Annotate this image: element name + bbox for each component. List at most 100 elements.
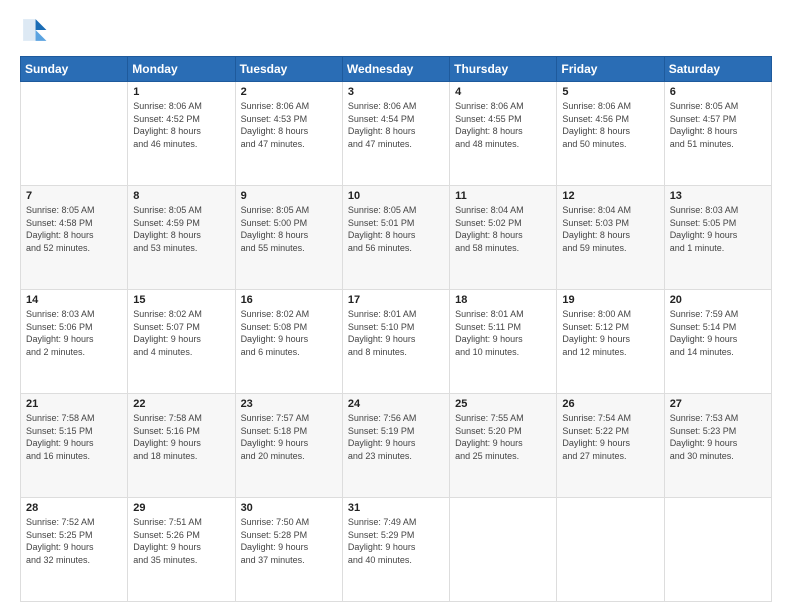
day-number: 5: [562, 86, 658, 98]
day-cell: 2 Sunrise: 8:06 AM Sunset: 4:53 PM Daylig…: [235, 82, 342, 186]
page: SundayMondayTuesdayWednesdayThursdayFrid…: [0, 0, 792, 612]
day-number: 24: [348, 398, 444, 410]
day-number: 19: [562, 294, 658, 306]
day-number: 21: [26, 398, 122, 410]
day-number: 22: [133, 398, 229, 410]
day-info: Sunrise: 8:01 AM Sunset: 5:11 PM Dayligh…: [455, 308, 551, 358]
header-row: SundayMondayTuesdayWednesdayThursdayFrid…: [21, 57, 772, 82]
day-info: Sunrise: 8:01 AM Sunset: 5:10 PM Dayligh…: [348, 308, 444, 358]
day-cell: 27 Sunrise: 7:53 AM Sunset: 5:23 PM Dayli…: [664, 394, 771, 498]
day-number: 14: [26, 294, 122, 306]
day-number: 25: [455, 398, 551, 410]
day-cell: [450, 498, 557, 602]
day-cell: 12 Sunrise: 8:04 AM Sunset: 5:03 PM Dayli…: [557, 186, 664, 290]
day-info: Sunrise: 8:03 AM Sunset: 5:05 PM Dayligh…: [670, 204, 766, 254]
day-info: Sunrise: 8:06 AM Sunset: 4:55 PM Dayligh…: [455, 100, 551, 150]
day-number: 31: [348, 502, 444, 514]
day-number: 4: [455, 86, 551, 98]
day-cell: 31Sunrise: 7:49 AM Sunset: 5:29 PM Dayli…: [342, 498, 449, 602]
day-number: 12: [562, 190, 658, 202]
day-cell: 23Sunrise: 7:57 AM Sunset: 5:18 PM Dayli…: [235, 394, 342, 498]
day-cell: 18 Sunrise: 8:01 AM Sunset: 5:11 PM Dayli…: [450, 290, 557, 394]
day-number: 11: [455, 190, 551, 202]
week-row-1: 1Sunrise: 8:06 AM Sunset: 4:52 PM Daylig…: [21, 82, 772, 186]
day-number: 8: [133, 190, 229, 202]
day-cell: 1Sunrise: 8:06 AM Sunset: 4:52 PM Daylig…: [128, 82, 235, 186]
day-number: 3: [348, 86, 444, 98]
col-header-thursday: Thursday: [450, 57, 557, 82]
day-number: 26: [562, 398, 658, 410]
day-cell: 10 Sunrise: 8:05 AM Sunset: 5:01 PM Dayli…: [342, 186, 449, 290]
week-row-5: 28 Sunrise: 7:52 AM Sunset: 5:25 PM Dayli…: [21, 498, 772, 602]
day-cell: 19 Sunrise: 8:00 AM Sunset: 5:12 PM Dayli…: [557, 290, 664, 394]
day-number: 10: [348, 190, 444, 202]
logo: [20, 16, 52, 44]
day-info: Sunrise: 7:59 AM Sunset: 5:14 PM Dayligh…: [670, 308, 766, 358]
week-row-4: 21 Sunrise: 7:58 AM Sunset: 5:15 PM Dayli…: [21, 394, 772, 498]
day-info: Sunrise: 8:06 AM Sunset: 4:56 PM Dayligh…: [562, 100, 658, 150]
day-info: Sunrise: 8:03 AM Sunset: 5:06 PM Dayligh…: [26, 308, 122, 358]
calendar-table: SundayMondayTuesdayWednesdayThursdayFrid…: [20, 56, 772, 602]
col-header-monday: Monday: [128, 57, 235, 82]
day-cell: 20 Sunrise: 7:59 AM Sunset: 5:14 PM Dayli…: [664, 290, 771, 394]
day-cell: 25 Sunrise: 7:55 AM Sunset: 5:20 PM Dayli…: [450, 394, 557, 498]
day-info: Sunrise: 7:54 AM Sunset: 5:22 PM Dayligh…: [562, 412, 658, 462]
day-info: Sunrise: 8:05 AM Sunset: 4:59 PM Dayligh…: [133, 204, 229, 254]
day-number: 29: [133, 502, 229, 514]
day-cell: 22 Sunrise: 7:58 AM Sunset: 5:16 PM Dayli…: [128, 394, 235, 498]
day-info: Sunrise: 8:05 AM Sunset: 4:58 PM Dayligh…: [26, 204, 122, 254]
col-header-sunday: Sunday: [21, 57, 128, 82]
day-info: Sunrise: 8:06 AM Sunset: 4:52 PM Dayligh…: [133, 100, 229, 150]
day-cell: 16 Sunrise: 8:02 AM Sunset: 5:08 PM Dayli…: [235, 290, 342, 394]
day-info: Sunrise: 8:00 AM Sunset: 5:12 PM Dayligh…: [562, 308, 658, 358]
day-cell: 24 Sunrise: 7:56 AM Sunset: 5:19 PM Dayli…: [342, 394, 449, 498]
col-header-tuesday: Tuesday: [235, 57, 342, 82]
day-cell: 6Sunrise: 8:05 AM Sunset: 4:57 PM Daylig…: [664, 82, 771, 186]
day-cell: 3 Sunrise: 8:06 AM Sunset: 4:54 PM Daylig…: [342, 82, 449, 186]
day-info: Sunrise: 7:53 AM Sunset: 5:23 PM Dayligh…: [670, 412, 766, 462]
day-info: Sunrise: 8:05 AM Sunset: 5:00 PM Dayligh…: [241, 204, 337, 254]
day-number: 17: [348, 294, 444, 306]
day-number: 18: [455, 294, 551, 306]
day-cell: 7Sunrise: 8:05 AM Sunset: 4:58 PM Daylig…: [21, 186, 128, 290]
day-cell: 4 Sunrise: 8:06 AM Sunset: 4:55 PM Daylig…: [450, 82, 557, 186]
week-row-3: 14 Sunrise: 8:03 AM Sunset: 5:06 PM Dayli…: [21, 290, 772, 394]
day-cell: 29 Sunrise: 7:51 AM Sunset: 5:26 PM Dayli…: [128, 498, 235, 602]
day-number: 13: [670, 190, 766, 202]
day-info: Sunrise: 8:06 AM Sunset: 4:53 PM Dayligh…: [241, 100, 337, 150]
day-cell: 26 Sunrise: 7:54 AM Sunset: 5:22 PM Dayli…: [557, 394, 664, 498]
day-number: 28: [26, 502, 122, 514]
day-cell: 28 Sunrise: 7:52 AM Sunset: 5:25 PM Dayli…: [21, 498, 128, 602]
day-number: 20: [670, 294, 766, 306]
day-info: Sunrise: 7:58 AM Sunset: 5:16 PM Dayligh…: [133, 412, 229, 462]
day-number: 27: [670, 398, 766, 410]
day-info: Sunrise: 7:51 AM Sunset: 5:26 PM Dayligh…: [133, 516, 229, 566]
day-info: Sunrise: 7:55 AM Sunset: 5:20 PM Dayligh…: [455, 412, 551, 462]
day-cell: 17 Sunrise: 8:01 AM Sunset: 5:10 PM Dayli…: [342, 290, 449, 394]
day-number: 2: [241, 86, 337, 98]
day-info: Sunrise: 8:04 AM Sunset: 5:02 PM Dayligh…: [455, 204, 551, 254]
day-info: Sunrise: 8:05 AM Sunset: 4:57 PM Dayligh…: [670, 100, 766, 150]
day-info: Sunrise: 7:58 AM Sunset: 5:15 PM Dayligh…: [26, 412, 122, 462]
day-info: Sunrise: 8:02 AM Sunset: 5:07 PM Dayligh…: [133, 308, 229, 358]
col-header-friday: Friday: [557, 57, 664, 82]
day-cell: 30Sunrise: 7:50 AM Sunset: 5:28 PM Dayli…: [235, 498, 342, 602]
day-info: Sunrise: 8:02 AM Sunset: 5:08 PM Dayligh…: [241, 308, 337, 358]
day-number: 9: [241, 190, 337, 202]
day-number: 15: [133, 294, 229, 306]
day-info: Sunrise: 8:06 AM Sunset: 4:54 PM Dayligh…: [348, 100, 444, 150]
day-cell: [557, 498, 664, 602]
logo-icon: [20, 16, 48, 44]
day-cell: [664, 498, 771, 602]
day-cell: 15 Sunrise: 8:02 AM Sunset: 5:07 PM Dayli…: [128, 290, 235, 394]
day-info: Sunrise: 7:52 AM Sunset: 5:25 PM Dayligh…: [26, 516, 122, 566]
day-number: 30: [241, 502, 337, 514]
day-cell: 13 Sunrise: 8:03 AM Sunset: 5:05 PM Dayli…: [664, 186, 771, 290]
day-number: 23: [241, 398, 337, 410]
day-info: Sunrise: 7:56 AM Sunset: 5:19 PM Dayligh…: [348, 412, 444, 462]
day-cell: 8 Sunrise: 8:05 AM Sunset: 4:59 PM Daylig…: [128, 186, 235, 290]
day-number: 16: [241, 294, 337, 306]
day-info: Sunrise: 8:04 AM Sunset: 5:03 PM Dayligh…: [562, 204, 658, 254]
col-header-saturday: Saturday: [664, 57, 771, 82]
day-info: Sunrise: 8:05 AM Sunset: 5:01 PM Dayligh…: [348, 204, 444, 254]
